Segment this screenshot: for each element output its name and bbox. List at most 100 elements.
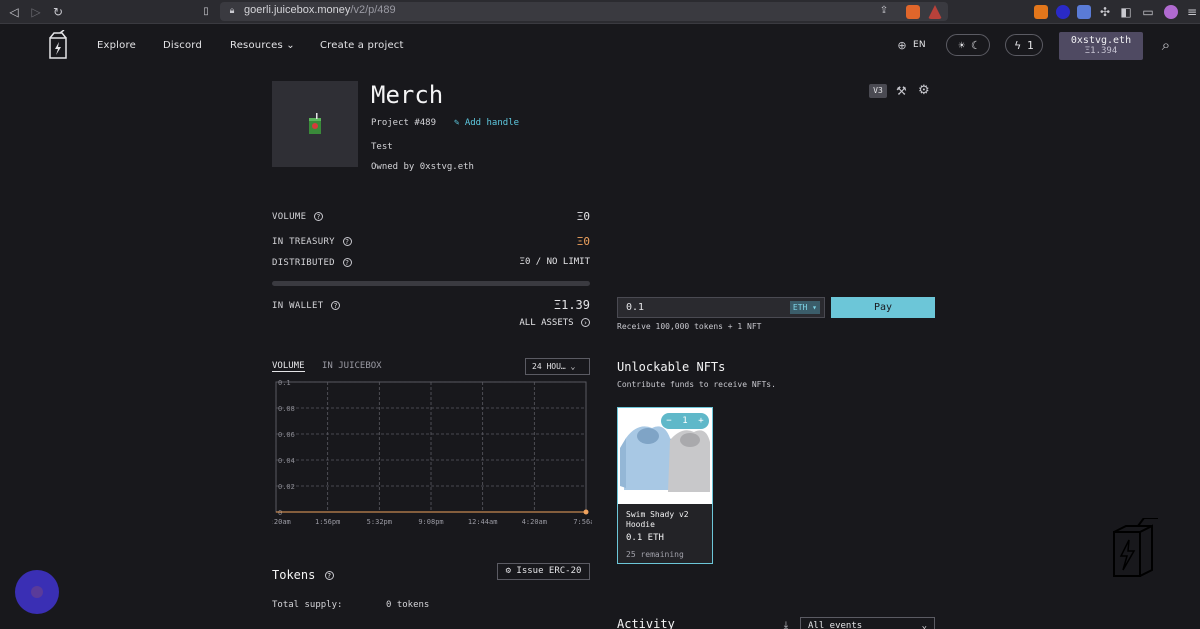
nav-create-project[interactable]: Create a project — [320, 40, 404, 51]
x-tick-label: 10:20am — [272, 518, 291, 526]
tab-in-juicebox[interactable]: IN JUICEBOX — [322, 361, 382, 371]
activity-title: Activity — [617, 617, 675, 629]
extension-icon[interactable] — [1056, 5, 1070, 19]
reload-icon[interactable]: ↻ — [50, 4, 66, 20]
help-icon[interactable]: ? — [342, 237, 352, 246]
nft-remaining: 25 remaining — [626, 550, 684, 559]
lock-icon: 🔒︎ — [229, 6, 235, 16]
nft-image: − 1 + — [618, 408, 712, 504]
currency-label: ETH — [792, 303, 808, 312]
x-tick-label: 4:20am — [522, 518, 547, 526]
nav-resources-label: Resources — [230, 40, 283, 51]
nav-resources[interactable]: Resources ⌄ — [230, 40, 295, 51]
chevron-down-icon: ⌄ — [921, 621, 927, 629]
sun-icon[interactable]: ☀ — [958, 39, 965, 52]
distributed-label: DISTRIBUTED ? — [272, 258, 352, 268]
chat-bubble-button[interactable] — [15, 570, 59, 614]
juicebox-mascot-icon — [1113, 518, 1158, 577]
search-icon[interactable]: ⌕ — [1158, 37, 1174, 53]
volume-chart: 0.1 0.08 0.06 0.04 0.02 010:20am 1:56pm 5:32pm 9… — [272, 379, 592, 526]
events-filter-label: All events — [808, 621, 863, 629]
x-tick-label: 1:56pm — [315, 518, 340, 526]
treasury-label-text: IN TREASURY — [272, 237, 335, 247]
tokens-title-text: Tokens — [272, 568, 316, 582]
distributed-label-text: DISTRIBUTED — [272, 258, 335, 268]
settings-icon[interactable]: ⚙ — [918, 83, 930, 98]
tools-icon[interactable]: ⚒ — [896, 84, 907, 98]
volume-label: VOLUME ? — [272, 212, 324, 222]
sidebar-icon[interactable]: ◧ — [1118, 4, 1134, 20]
tab-volume[interactable]: VOLUME — [272, 361, 305, 372]
tokens-title: Tokens ? — [272, 568, 334, 582]
y-tick-label: 0.08 — [278, 405, 295, 413]
pay-button[interactable]: Pay — [831, 297, 935, 318]
all-assets-label: ALL ASSETS — [519, 318, 574, 328]
theme-toggle[interactable]: ☀ ☾ — [946, 34, 990, 56]
volume-value: Ξ0 — [576, 210, 590, 223]
nav-explore[interactable]: Explore — [97, 40, 136, 51]
treasury-value: Ξ0 — [576, 235, 590, 248]
y-tick-label: 0.04 — [278, 457, 295, 465]
lightning-icon: ϟ — [1014, 38, 1021, 52]
wallet-label-text: IN WALLET — [272, 301, 324, 311]
pay-amount-input[interactable]: 0.1 ETH ▾ — [617, 297, 825, 318]
y-tick-label: 0.1 — [278, 379, 291, 387]
brave-shield-icon[interactable] — [906, 5, 920, 19]
quantity-stepper[interactable]: − 1 + — [661, 413, 709, 429]
events-filter-select[interactable]: All events ⌄ — [800, 617, 935, 629]
puzzle-icon[interactable]: ✣ — [1097, 4, 1113, 20]
url-path: /v2/p/489 — [350, 4, 396, 16]
globe-icon[interactable]: ⊕ — [894, 38, 910, 54]
x-tick-label: 7:56am — [573, 518, 592, 526]
time-range-select[interactable]: 24 HOU… ⌄ — [525, 358, 590, 375]
nfts-subtitle: Contribute funds to receive NFTs. — [617, 380, 776, 389]
pay-receive-note: Receive 100,000 tokens + 1 NFT — [617, 322, 762, 331]
help-icon[interactable]: ? — [331, 301, 341, 310]
all-assets-link[interactable]: ALL ASSETS › — [519, 318, 590, 328]
download-icon[interactable]: ⤓ — [778, 618, 794, 629]
nft-card[interactable]: − 1 + Swim Shady v2 Hoodie 0.1 ETH 25 re… — [617, 407, 713, 564]
forward-icon[interactable]: ▷ — [28, 4, 44, 20]
chevron-right-icon: › — [581, 318, 590, 327]
distributed-value: Ξ0 / NO LIMIT — [519, 257, 590, 267]
bookmark-icon[interactable]: ▯ — [198, 4, 214, 20]
volume-label-text: VOLUME — [272, 212, 307, 222]
project-title: Merch — [371, 81, 444, 109]
wallet-icon[interactable]: ▭ — [1140, 4, 1156, 20]
issue-erc20-button[interactable]: ⚙ Issue ERC-20 — [497, 563, 590, 580]
address-bar[interactable]: 🔒︎ goerli.juicebox.money/v2/p/489 ⇪ — [220, 2, 948, 21]
transactions-button[interactable]: ϟ1 — [1005, 34, 1043, 56]
project-logo — [272, 81, 358, 167]
back-icon[interactable]: ◁ — [6, 4, 22, 20]
metamask-icon[interactable] — [1034, 5, 1048, 19]
help-icon[interactable]: ? — [324, 571, 334, 580]
url-host: goerli.juicebox.money — [244, 4, 351, 16]
x-tick-label: 5:32pm — [367, 518, 392, 526]
minus-icon[interactable]: − — [666, 416, 671, 426]
wallet-balance: Ξ1.394 — [1084, 46, 1118, 56]
grid-extension-icon[interactable] — [1077, 5, 1091, 19]
help-icon[interactable]: ? — [342, 258, 352, 267]
moon-icon[interactable]: ☾ — [971, 39, 978, 52]
plus-icon[interactable]: + — [698, 416, 703, 426]
wallet-value: Ξ1.39 — [553, 298, 590, 312]
total-supply-value: 0 tokens — [386, 600, 430, 610]
gear-icon: ⚙ — [505, 566, 511, 576]
profile-avatar[interactable] — [1164, 5, 1178, 19]
brave-rewards-icon[interactable] — [928, 5, 942, 19]
share-icon[interactable]: ⇪ — [876, 3, 892, 19]
nav-discord[interactable]: Discord — [163, 40, 202, 51]
transactions-count: 1 — [1027, 38, 1034, 52]
menu-icon[interactable]: ≡ — [1184, 4, 1200, 20]
quantity-value: 1 — [682, 416, 688, 426]
treasury-label: IN TREASURY ? — [272, 237, 352, 247]
y-tick-label: 0.02 — [278, 483, 295, 491]
help-icon[interactable]: ? — [314, 212, 324, 221]
wallet-button[interactable]: 0xstvg.eth Ξ1.394 — [1059, 32, 1143, 60]
add-handle-link[interactable]: ✎ Add handle — [454, 118, 519, 128]
currency-select[interactable]: ETH ▾ — [789, 301, 820, 314]
x-tick-label: 12:44am — [468, 518, 498, 526]
data-point — [583, 509, 589, 515]
language-selector[interactable]: EN — [913, 40, 926, 50]
juicebox-logo[interactable] — [46, 30, 70, 60]
